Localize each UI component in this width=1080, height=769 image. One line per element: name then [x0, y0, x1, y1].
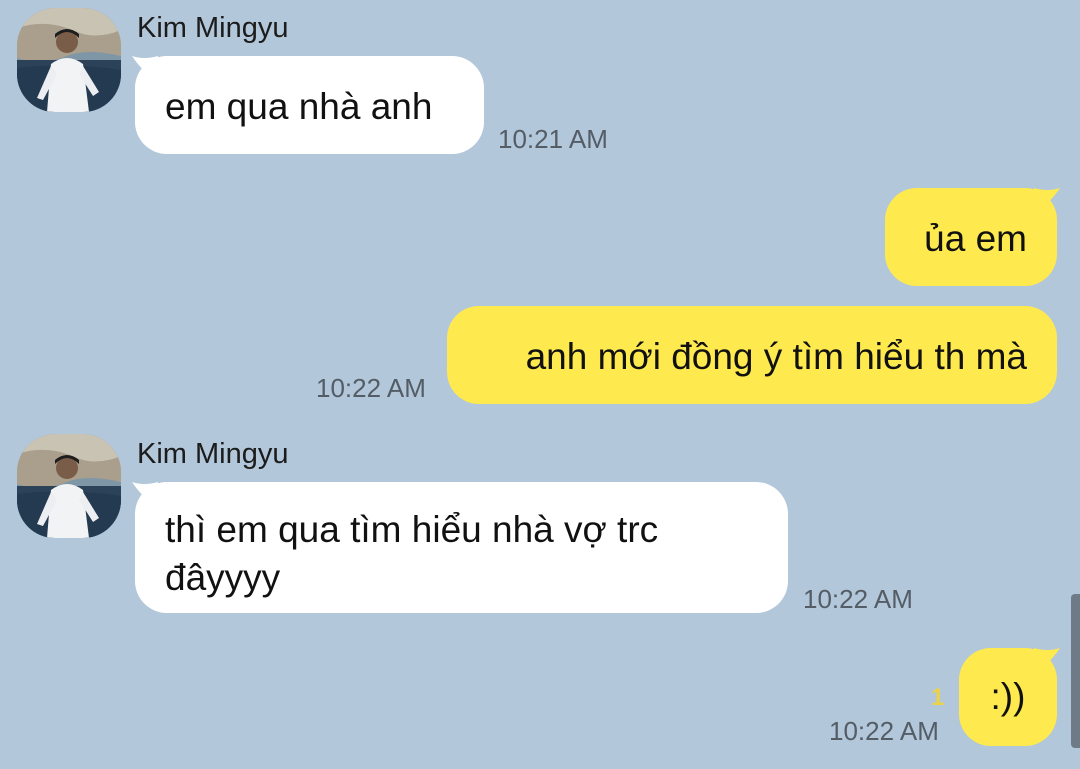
- avatar[interactable]: [17, 434, 121, 538]
- message-bubble-incoming[interactable]: thì em qua tìm hiểu nhà vợ trc đâyyyy: [135, 482, 788, 613]
- message-time: 10:22 AM: [829, 716, 939, 746]
- sender-name: Kim Mingyu: [137, 12, 289, 44]
- message-time: 10:21 AM: [498, 124, 608, 154]
- unread-count: 1: [931, 684, 945, 711]
- message-bubble-incoming[interactable]: em qua nhà anh: [135, 56, 484, 154]
- bubble-tail-outgoing: [1034, 188, 1060, 212]
- scrollbar[interactable]: [1071, 594, 1080, 748]
- bubble-tail-outgoing: [1034, 648, 1060, 672]
- avatar[interactable]: [17, 8, 121, 112]
- avatar-photo-icon: [17, 434, 121, 538]
- message-bubble-outgoing[interactable]: ủa em: [885, 188, 1057, 286]
- chat-window: Kim Mingyu em qua nhà anh 10:21 AM ủa em…: [0, 0, 1080, 769]
- avatar-photo-icon: [17, 8, 121, 112]
- message-bubble-outgoing[interactable]: anh mới đồng ý tìm hiểu th mà: [447, 306, 1057, 404]
- message-time: 10:22 AM: [316, 373, 426, 403]
- sender-name: Kim Mingyu: [137, 438, 289, 470]
- message-time: 10:22 AM: [803, 584, 913, 614]
